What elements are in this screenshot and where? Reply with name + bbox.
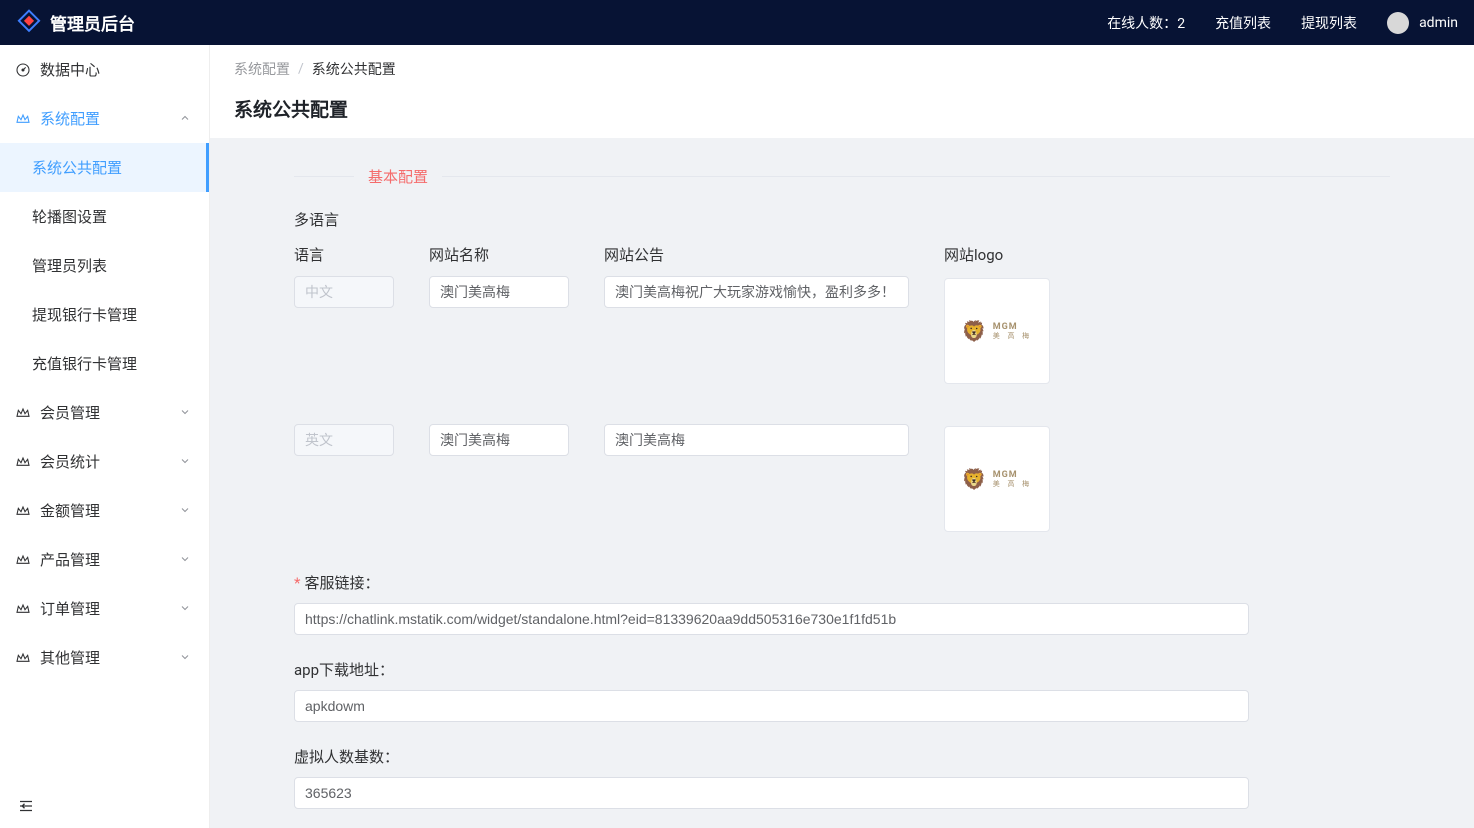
sidebar-sub-public-config[interactable]: 系统公共配置 — [0, 143, 209, 192]
section-title-basic: 基本配置 — [354, 166, 442, 187]
col-head-notice: 网站公告 — [604, 244, 944, 270]
sidebar-sub-carousel[interactable]: 轮播图设置 — [0, 192, 209, 241]
sidebar-label: 会员管理 — [40, 402, 100, 423]
crown-icon — [14, 552, 32, 568]
online-value: 2 — [1177, 16, 1185, 32]
content-header: 系统配置 / 系统公共配置 系统公共配置 — [210, 45, 1474, 138]
sidebar-item-other-mgmt[interactable]: 其他管理 — [0, 633, 209, 682]
sidebar-label: 会员统计 — [40, 451, 100, 472]
lang-name-en — [294, 424, 394, 456]
virtual-base-label: 虚拟人数基数： — [294, 746, 399, 767]
sidebar-item-sys-config[interactable]: 系统配置 — [0, 94, 209, 143]
logo-preview: 🦁 MGM美 高 梅 — [962, 319, 1032, 343]
lang-name-zh — [294, 276, 394, 308]
breadcrumb-sep: / — [298, 61, 304, 77]
sidebar-item-member-mgmt[interactable]: 会员管理 — [0, 388, 209, 437]
multilang-label: 多语言 — [294, 209, 1390, 230]
col-head-logo: 网站logo — [944, 244, 1104, 270]
crown-icon — [14, 601, 32, 617]
service-link-label: 客服链接： — [304, 572, 379, 593]
app-download-input[interactable] — [294, 690, 1249, 722]
sidebar-item-amount-mgmt[interactable]: 金额管理 — [0, 486, 209, 535]
site-notice-zh[interactable] — [604, 276, 909, 308]
lion-icon: 🦁 — [962, 319, 987, 343]
collapse-sidebar-button[interactable] — [12, 792, 40, 820]
required-mark: * — [294, 574, 300, 592]
collapse-icon — [17, 797, 35, 815]
avatar — [1387, 12, 1409, 34]
crown-icon — [14, 454, 32, 470]
online-label: 在线人数： — [1107, 16, 1177, 32]
crown-icon — [14, 111, 32, 127]
user-menu[interactable]: admin — [1387, 12, 1458, 34]
username: admin — [1419, 15, 1458, 31]
sidebar-item-order-mgmt[interactable]: 订单管理 — [0, 584, 209, 633]
content-body: 基本配置 多语言 语言 网站名称 网站公告 — [210, 138, 1474, 828]
logo-preview: 🦁 MGM美 高 梅 — [962, 467, 1032, 491]
chevron-up-icon — [179, 110, 191, 128]
withdraw-list-link[interactable]: 提现列表 — [1301, 13, 1357, 33]
site-notice-en[interactable] — [604, 424, 909, 456]
top-header: 管理员后台 在线人数：2 充值列表 提现列表 admin — [0, 0, 1474, 45]
logo-upload-zh[interactable]: 🦁 MGM美 高 梅 — [944, 278, 1050, 384]
logo-brand-text: MGM美 高 梅 — [993, 322, 1032, 340]
content: 系统配置 / 系统公共配置 系统公共配置 基本配置 多语言 语言 — [210, 45, 1474, 828]
col-head-name: 网站名称 — [429, 244, 604, 270]
field-service-link: *客服链接： — [294, 572, 1390, 635]
section-divider-basic: 基本配置 — [294, 166, 1390, 187]
app-download-label: app下载地址： — [294, 659, 394, 680]
sidebar-label: 订单管理 — [40, 598, 100, 619]
sidebar-sub-withdraw-bank[interactable]: 提现银行卡管理 — [0, 290, 209, 339]
field-virtual-base: 虚拟人数基数： — [294, 746, 1390, 809]
recharge-list-link[interactable]: 充值列表 — [1215, 13, 1271, 33]
lion-icon: 🦁 — [962, 467, 987, 491]
chevron-down-icon — [179, 502, 191, 520]
crown-icon — [14, 503, 32, 519]
crown-icon — [14, 405, 32, 421]
col-head-lang: 语言 — [294, 244, 429, 270]
page-title: 系统公共配置 — [234, 95, 1450, 122]
service-link-input[interactable] — [294, 603, 1249, 635]
logo-upload-en[interactable]: 🦁 MGM美 高 梅 — [944, 426, 1050, 532]
sidebar-label: 其他管理 — [40, 647, 100, 668]
header-right: 在线人数：2 充值列表 提现列表 admin — [1107, 12, 1458, 34]
odometer-icon — [14, 62, 32, 78]
sidebar-label: 金额管理 — [40, 500, 100, 521]
chevron-down-icon — [179, 551, 191, 569]
online-count[interactable]: 在线人数：2 — [1107, 13, 1185, 33]
sidebar-item-data-center[interactable]: 数据中心 — [0, 45, 209, 94]
sidebar-sub-recharge-bank[interactable]: 充值银行卡管理 — [0, 339, 209, 388]
site-name-en[interactable] — [429, 424, 569, 456]
site-name-zh[interactable] — [429, 276, 569, 308]
breadcrumb-parent[interactable]: 系统配置 — [234, 59, 290, 79]
chevron-down-icon — [179, 649, 191, 667]
lang-row-zh: 语言 网站名称 网站公告 网站logo — [294, 244, 1390, 384]
sidebar-label: 产品管理 — [40, 549, 100, 570]
sidebar-item-product-mgmt[interactable]: 产品管理 — [0, 535, 209, 584]
app-title: 管理员后台 — [50, 10, 135, 35]
breadcrumb: 系统配置 / 系统公共配置 — [234, 59, 1450, 79]
logo-brand-text: MGM美 高 梅 — [993, 470, 1032, 488]
sidebar-sub-admins[interactable]: 管理员列表 — [0, 241, 209, 290]
sidebar-item-member-stats[interactable]: 会员统计 — [0, 437, 209, 486]
lang-row-en: 🦁 MGM美 高 梅 — [294, 424, 1390, 532]
virtual-base-input[interactable] — [294, 777, 1249, 809]
chevron-down-icon — [179, 404, 191, 422]
sidebar-label: 数据中心 — [40, 59, 100, 80]
chevron-down-icon — [179, 453, 191, 471]
breadcrumb-current: 系统公共配置 — [312, 59, 396, 79]
chevron-down-icon — [179, 600, 191, 618]
logo: 管理员后台 — [16, 8, 135, 38]
sidebar-label: 系统配置 — [40, 108, 100, 129]
sidebar: 数据中心 系统配置 系统公共配置 轮播图设置 管理员列表 提现银行卡管理 充值银… — [0, 45, 210, 828]
logo-icon — [16, 8, 42, 38]
field-app-download: app下载地址： — [294, 659, 1390, 722]
crown-icon — [14, 650, 32, 666]
